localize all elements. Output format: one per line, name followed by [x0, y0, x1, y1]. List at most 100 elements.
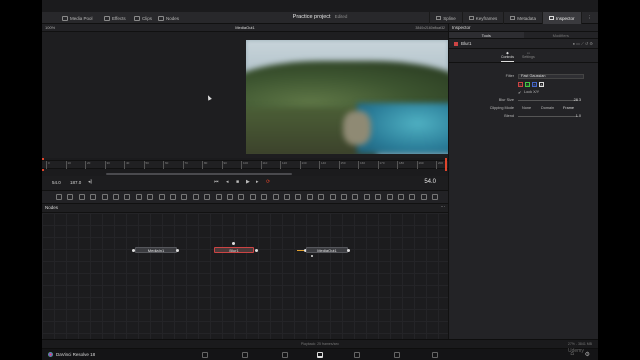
stop-icon[interactable]: ■	[236, 179, 239, 185]
tool-blur-icon[interactable]	[113, 194, 119, 200]
effects-tab[interactable]: Effects	[104, 14, 126, 22]
tool-saver-icon[interactable]	[318, 194, 325, 200]
tab-modifiers[interactable]: Modifiers	[524, 32, 599, 38]
step-forward-icon[interactable]: ▸	[256, 179, 259, 185]
keyframes-tab[interactable]: Keyframes	[461, 12, 504, 24]
page-nav-bar: DaVinci Resolve 18 ⌂ ⚙	[42, 348, 598, 360]
timeline-scrollbar[interactable]	[106, 173, 292, 175]
go-to-start-icon[interactable]: ⏮	[214, 179, 219, 185]
render-end-field[interactable]: 187.0	[70, 180, 81, 185]
more-menu-button[interactable]: ⋮	[580, 12, 599, 24]
subtab-controls[interactable]: ◆ Controls	[501, 49, 515, 62]
viewer-area[interactable]	[42, 32, 448, 158]
channel-a-toggle[interactable]: A	[539, 82, 544, 87]
nodes-tab[interactable]: Nodes	[158, 14, 179, 22]
fusion-page-icon[interactable]	[317, 352, 323, 358]
tool-3d-shape-icon[interactable]	[204, 194, 211, 200]
tool-media-in-icon[interactable]	[386, 194, 393, 200]
step-back-icon[interactable]: ◂	[226, 179, 229, 185]
blend-row: Blend 1.0	[459, 114, 589, 120]
inspector-tab[interactable]: Inspector	[541, 12, 581, 24]
subtab-settings[interactable]: ▭ Settings	[522, 49, 535, 62]
ruler-tick: 130	[299, 161, 307, 169]
metadata-tab[interactable]: Metadata	[503, 12, 542, 24]
blur-mask-input-dot[interactable]	[232, 242, 235, 245]
nodes-icon	[158, 15, 164, 21]
tool-note-icon[interactable]	[375, 194, 382, 200]
node-blur[interactable]: Blur1	[214, 247, 254, 253]
tool-custom-icon[interactable]	[420, 194, 427, 200]
tool-camera-icon[interactable]	[238, 194, 245, 200]
fairlight-page-icon[interactable]	[394, 352, 400, 358]
tool-merge-icon[interactable]	[90, 194, 97, 200]
filter-dropdown[interactable]: Fast Gaussian	[518, 74, 584, 79]
clip-domain-option[interactable]: Domain	[541, 106, 554, 110]
blur-output-dot[interactable]	[255, 249, 258, 252]
tool-color-swatch[interactable]	[454, 41, 458, 46]
tool-paint-icon[interactable]	[67, 194, 74, 200]
blend-slider[interactable]	[518, 116, 578, 117]
clip-frame-option[interactable]: Frame	[563, 106, 574, 110]
audio-icon[interactable]: ◂)	[88, 179, 92, 185]
tab-tools[interactable]: Tools	[449, 32, 524, 38]
clip-none-option[interactable]: None	[522, 106, 531, 110]
tool-renderer-icon[interactable]	[261, 194, 268, 200]
tool-mask-polygon-icon[interactable]	[170, 194, 176, 200]
node-editor[interactable]: MediaIn1 Blur1 MediaOut1	[42, 213, 448, 339]
tool-particles-icon[interactable]	[192, 194, 199, 200]
tool-pipe-router-icon[interactable]	[363, 194, 370, 200]
out-point-marker[interactable]	[445, 158, 447, 171]
node-mediaout[interactable]: MediaOut1	[306, 247, 348, 253]
blur-size-value[interactable]: 28.3	[574, 98, 581, 102]
tool-displace-icon[interactable]	[329, 194, 336, 200]
clips-tab[interactable]: Clips	[134, 14, 152, 22]
tool-macro-icon[interactable]	[432, 194, 439, 200]
channel-g-toggle[interactable]: G	[525, 82, 530, 87]
tool-loader-icon[interactable]	[306, 194, 313, 200]
mediain-output-dot[interactable]	[176, 249, 179, 252]
tool-brightness-icon[interactable]	[135, 194, 142, 200]
deliver-page-icon[interactable]	[432, 352, 438, 358]
tool-light-icon[interactable]	[249, 194, 256, 200]
lock-checkbox[interactable]: ✔	[518, 90, 521, 95]
blend-value[interactable]: 1.0	[576, 114, 581, 118]
channel-b-toggle[interactable]: B	[532, 82, 537, 87]
loop-icon[interactable]: ⟳	[266, 179, 270, 185]
tool-3d-merge-icon[interactable]	[227, 194, 233, 200]
time-ruler[interactable]: 0 10 20 30 40 50 60 70 80 90 100 110 120 130 140 150 160…	[42, 160, 448, 169]
tool-mask-ellipse-icon[interactable]	[158, 194, 165, 200]
media-pool-tab[interactable]: Media Pool	[62, 14, 93, 22]
channel-r-toggle[interactable]: R	[518, 82, 523, 87]
render-start-field[interactable]: 54.0	[52, 180, 61, 185]
node-mediain[interactable]: MediaIn1	[135, 247, 177, 253]
current-frame-field[interactable]: 54.0	[424, 179, 436, 185]
tool-media-out-icon[interactable]	[398, 194, 404, 200]
tool-channel-booleans-icon[interactable]	[295, 194, 302, 200]
tool-keyer-icon[interactable]	[284, 194, 290, 200]
cut-page-icon[interactable]	[242, 352, 248, 358]
play-icon[interactable]: ▶	[246, 179, 250, 185]
tool-view-lut-icon[interactable]	[409, 194, 416, 200]
tool-mask-rect-icon[interactable]	[147, 194, 154, 200]
tool-glow-icon[interactable]	[341, 194, 347, 200]
tool-header[interactable]: Blur1 ● ▭ ⟋ ↺ ⚙	[449, 39, 598, 49]
tool-tracker-icon[interactable]	[272, 194, 279, 200]
tool-name: Blur1	[461, 41, 472, 46]
tool-3d-text-icon[interactable]	[215, 194, 222, 200]
settings-gear-icon[interactable]: ⚙	[585, 351, 590, 358]
tool-mask-bspline-icon[interactable]	[181, 194, 188, 200]
tool-sharpen-icon[interactable]	[352, 194, 359, 200]
tool-header-icons[interactable]: ● ▭ ⟋ ↺ ⚙	[573, 41, 593, 46]
spline-tab[interactable]: Spline	[429, 12, 462, 24]
tool-transform-icon[interactable]	[101, 194, 108, 200]
tool-background-icon[interactable]	[56, 194, 62, 200]
ruler-tick: 30	[104, 161, 110, 169]
tool-text-icon[interactable]	[78, 194, 85, 200]
edit-page-icon[interactable]	[282, 352, 288, 358]
media-page-icon[interactable]	[202, 352, 208, 358]
nodes-menu-icon[interactable]: ⋯	[441, 204, 446, 210]
tool-color-corrector-icon[interactable]	[124, 194, 131, 200]
color-page-icon[interactable]	[354, 352, 360, 358]
blur-size-slider[interactable]	[518, 100, 578, 101]
mediaout-output-dot[interactable]	[347, 249, 350, 252]
